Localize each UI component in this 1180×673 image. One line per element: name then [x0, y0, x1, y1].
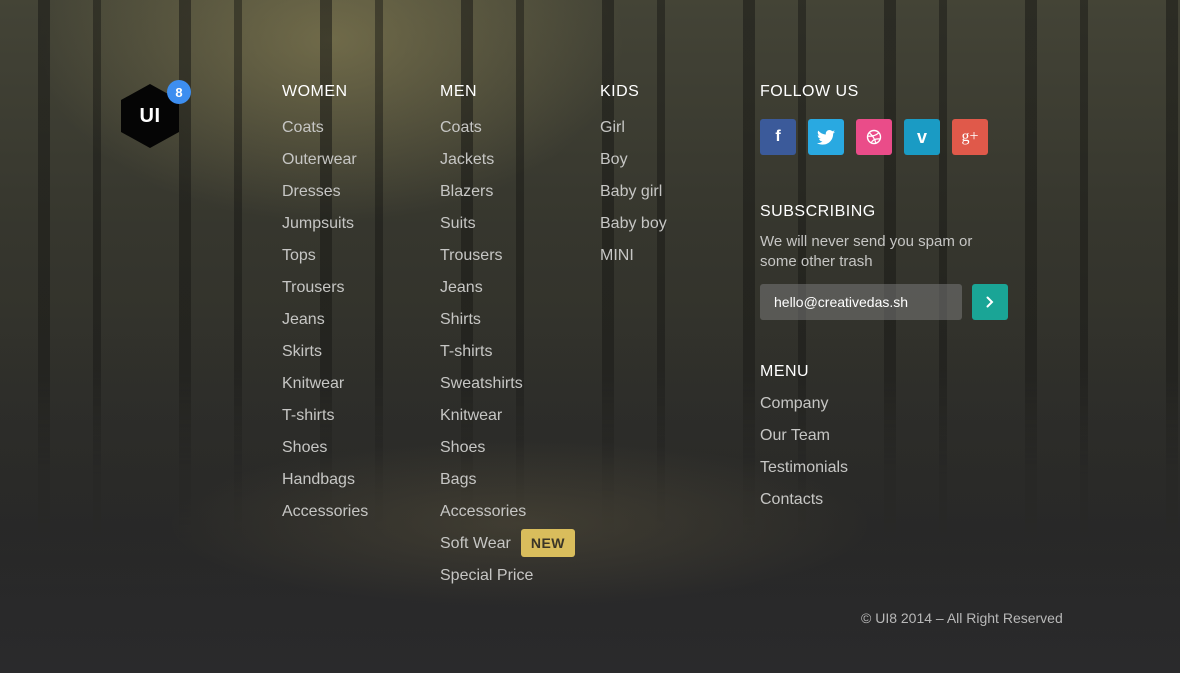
men-link-soft-wear[interactable]: Soft Wear NEW — [440, 529, 576, 566]
women-link[interactable]: Tops — [282, 246, 368, 278]
social-links: f v g+ — [760, 119, 988, 155]
kids-links: Girl Boy Baby girl Baby boy MINI — [600, 118, 667, 278]
dribbble-icon — [866, 129, 882, 145]
women-link[interactable]: Dresses — [282, 182, 368, 214]
men-link[interactable]: Bags — [440, 470, 575, 502]
footer: UI 8 WOMEN Coats Outerwear Dresses Jumps… — [0, 0, 1180, 673]
women-link[interactable]: Skirts — [282, 342, 368, 374]
men-link[interactable]: Knitwear — [440, 406, 575, 438]
menu-link-our-team[interactable]: Our Team — [760, 426, 848, 458]
men-link[interactable]: Trousers — [440, 246, 575, 278]
facebook-button[interactable]: f — [760, 119, 796, 155]
menu-section: MENU Company Our Team Testimonials Conta… — [760, 362, 848, 522]
subscribe-section: SUBSCRIBING We will never send you spam … — [760, 202, 1010, 320]
vimeo-icon: v — [916, 126, 927, 147]
men-link[interactable]: Sweatshirts — [440, 374, 575, 406]
chevron-right-icon — [986, 296, 994, 308]
men-link-label: Soft Wear — [440, 535, 511, 552]
menu-links: Company Our Team Testimonials Contacts — [760, 394, 848, 522]
vimeo-button[interactable]: v — [904, 119, 940, 155]
kids-link[interactable]: MINI — [600, 246, 667, 278]
women-link[interactable]: Jeans — [282, 310, 368, 342]
copyright-text: © UI8 2014 – All Right Reserved — [861, 610, 1063, 626]
women-link[interactable]: Trousers — [282, 278, 368, 310]
menu-title: MENU — [760, 363, 810, 380]
women-link[interactable]: Knitwear — [282, 374, 368, 406]
subscribe-submit-button[interactable] — [972, 284, 1008, 320]
logo-badge: 8 — [167, 80, 191, 104]
men-link[interactable]: Coats — [440, 118, 575, 150]
women-link[interactable]: T-shirts — [282, 406, 368, 438]
women-column: WOMEN Coats Outerwear Dresses Jumpsuits … — [282, 82, 368, 534]
men-link[interactable]: Shoes — [440, 438, 575, 470]
email-input[interactable] — [760, 284, 962, 320]
follow-title: FOLLOW US — [760, 83, 859, 100]
subscribe-title: SUBSCRIBING — [760, 203, 876, 220]
kids-link[interactable]: Baby girl — [600, 182, 667, 214]
women-link[interactable]: Handbags — [282, 470, 368, 502]
men-links: Coats Jackets Blazers Suits Trousers Jea… — [440, 118, 576, 598]
menu-link-company[interactable]: Company — [760, 394, 848, 426]
subscribe-description: We will never send you spam or some othe… — [760, 233, 973, 270]
kids-link[interactable]: Boy — [600, 150, 667, 182]
women-link[interactable]: Shoes — [282, 438, 368, 470]
women-link[interactable]: Accessories — [282, 502, 368, 534]
men-link[interactable]: Shirts — [440, 310, 575, 342]
women-link[interactable]: Outerwear — [282, 150, 368, 182]
kids-link[interactable]: Baby boy — [600, 214, 667, 246]
kids-title: KIDS — [600, 83, 640, 100]
site-logo[interactable]: UI 8 — [119, 80, 191, 149]
women-link[interactable]: Coats — [282, 118, 368, 150]
men-link[interactable]: T-shirts — [440, 342, 575, 374]
men-link[interactable]: Jeans — [440, 278, 575, 310]
women-links: Coats Outerwear Dresses Jumpsuits Tops T… — [282, 118, 368, 534]
google-plus-button[interactable]: g+ — [952, 119, 988, 155]
men-link[interactable]: Special Price — [440, 566, 575, 598]
men-link[interactable]: Jackets — [440, 150, 575, 182]
women-link[interactable]: Jumpsuits — [282, 214, 368, 246]
dribbble-button[interactable] — [856, 119, 892, 155]
menu-link-contacts[interactable]: Contacts — [760, 490, 848, 522]
subscribe-form — [760, 284, 1010, 320]
google-plus-icon: g+ — [961, 128, 979, 145]
men-link[interactable]: Suits — [440, 214, 575, 246]
kids-link[interactable]: Girl — [600, 118, 667, 150]
new-badge: NEW — [520, 529, 576, 557]
facebook-icon: f — [775, 128, 781, 145]
men-title: MEN — [440, 83, 478, 100]
kids-column: KIDS Girl Boy Baby girl Baby boy MINI — [600, 82, 667, 278]
menu-link-testimonials[interactable]: Testimonials — [760, 458, 848, 490]
follow-section: FOLLOW US f v g+ — [760, 82, 988, 155]
twitter-button[interactable] — [808, 119, 844, 155]
men-link[interactable]: Blazers — [440, 182, 575, 214]
women-title: WOMEN — [282, 83, 348, 100]
twitter-icon — [817, 129, 835, 145]
men-column: MEN Coats Jackets Blazers Suits Trousers… — [440, 82, 576, 598]
